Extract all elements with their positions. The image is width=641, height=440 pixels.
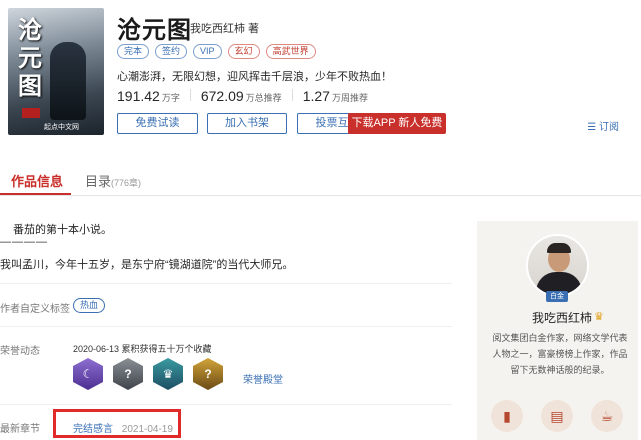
stats-divider	[291, 89, 293, 101]
avatar-hair	[547, 243, 571, 253]
download-app-button[interactable]: 下载APP 新人免费读	[348, 113, 446, 148]
tab-catalog[interactable]: 目录(776章)	[85, 171, 141, 190]
cover-figure	[50, 42, 86, 120]
total-recommend-unit: 万总推荐	[245, 93, 282, 103]
tag-genre[interactable]: 玄幻	[227, 44, 260, 59]
crown-badge-icon[interactable]: ♛	[153, 358, 183, 390]
description-divider: ————	[0, 236, 48, 248]
honor-badges: ☾ ? ♛ ?	[73, 358, 223, 390]
word-count-unit: 万字	[161, 93, 180, 103]
stats-divider	[189, 89, 191, 101]
subscribe-label: 订阅	[599, 122, 619, 133]
book-icon[interactable]: ▮	[491, 400, 523, 432]
honor-text: 2020-06-13 累积获得五十万个收藏	[73, 344, 212, 354]
tag-vip: VIP	[193, 44, 222, 59]
word-count: 191.42	[117, 88, 160, 104]
book-stats: 191.42 万字 672.09 万总推荐 1.27 万周推荐	[117, 88, 368, 104]
total-recommend: 672.09	[200, 88, 244, 104]
document-icon[interactable]: ▤	[541, 400, 573, 432]
detail-tabs: 作品信息 目录(776章)	[0, 162, 641, 196]
author-name[interactable]: 我吃西红柿	[532, 309, 592, 326]
author-level-badge: 白金	[546, 291, 568, 302]
weekly-recommend: 1.27	[302, 88, 330, 104]
tag-signed: 签约	[155, 44, 188, 59]
section-divider	[0, 283, 452, 284]
description-line-1: 番茄的第十本小说。	[13, 224, 112, 236]
question-badge-icon[interactable]: ?	[113, 358, 143, 390]
tab-catalog-label: 目录	[85, 174, 112, 189]
moon-badge-icon[interactable]: ☾	[73, 358, 103, 390]
add-shelf-button[interactable]: 加入书架	[207, 113, 287, 134]
book-title: 沧元图	[117, 17, 192, 44]
question-badge-gold-icon[interactable]: ?	[193, 358, 223, 390]
subscribe-link[interactable]: ☰ 订阅	[587, 118, 619, 133]
author-stats-icons: ▮ ▤ ☕	[491, 400, 623, 432]
book-cover[interactable]: 沧元图 起点中文网	[8, 8, 104, 135]
cover-publisher: 起点中文网	[44, 124, 79, 131]
latest-chapter-label: 最新章节	[0, 424, 40, 435]
tab-info[interactable]: 作品信息	[11, 171, 63, 190]
latest-chapter-row[interactable]: 完结感言 2021-04-19	[73, 420, 173, 435]
tag-status: 完本	[117, 44, 150, 59]
book-intro: 心潮澎湃，无限幻想，迎风挥击千层浪，少年不败热血！	[117, 71, 392, 83]
description-line-2: 我叫孟川，今年十五岁，是东宁府“镜湖道院”的当代大师兄。	[0, 259, 294, 271]
latest-chapter-link[interactable]: 完结感言	[73, 424, 113, 435]
tab-catalog-count: (776章)	[111, 178, 142, 188]
cover-seal	[22, 108, 40, 118]
latest-chapter-date: 2021-04-19	[121, 424, 173, 435]
cover-title: 沧元图	[18, 15, 42, 100]
tab-active-indicator	[0, 193, 71, 195]
author-panel: 白金 我吃西红柿 ♛ 阅文集团白金作家，网络文学代表人物之一，富豪榜榜上作家，作…	[477, 221, 638, 440]
author-avatar[interactable]	[526, 234, 589, 297]
custom-tag-hot[interactable]: 热血	[73, 298, 106, 313]
section-divider	[0, 404, 452, 405]
honor-label: 荣誉动态	[0, 346, 40, 357]
book-tags: 完本 签约 VIP 玄幻 高武世界	[117, 44, 316, 59]
author-description: 阅文集团白金作家，网络文学代表人物之一，富豪榜榜上作家，作品留下无数神话般的纪录…	[492, 333, 628, 375]
crown-icon: ♛	[594, 311, 604, 323]
tag-subgenre[interactable]: 高武世界	[265, 44, 316, 59]
weekly-recommend-unit: 万周推荐	[331, 93, 368, 103]
coffee-icon[interactable]: ☕	[591, 400, 623, 432]
author-link[interactable]: 我吃西红柿 著	[190, 20, 259, 36]
list-icon: ☰	[587, 122, 597, 133]
honor-hall-link[interactable]: 荣誉殿堂	[243, 371, 283, 386]
read-free-button[interactable]: 免费试读	[117, 113, 198, 134]
section-divider	[0, 326, 452, 327]
custom-tags-label: 作者自定义标签	[0, 304, 70, 315]
